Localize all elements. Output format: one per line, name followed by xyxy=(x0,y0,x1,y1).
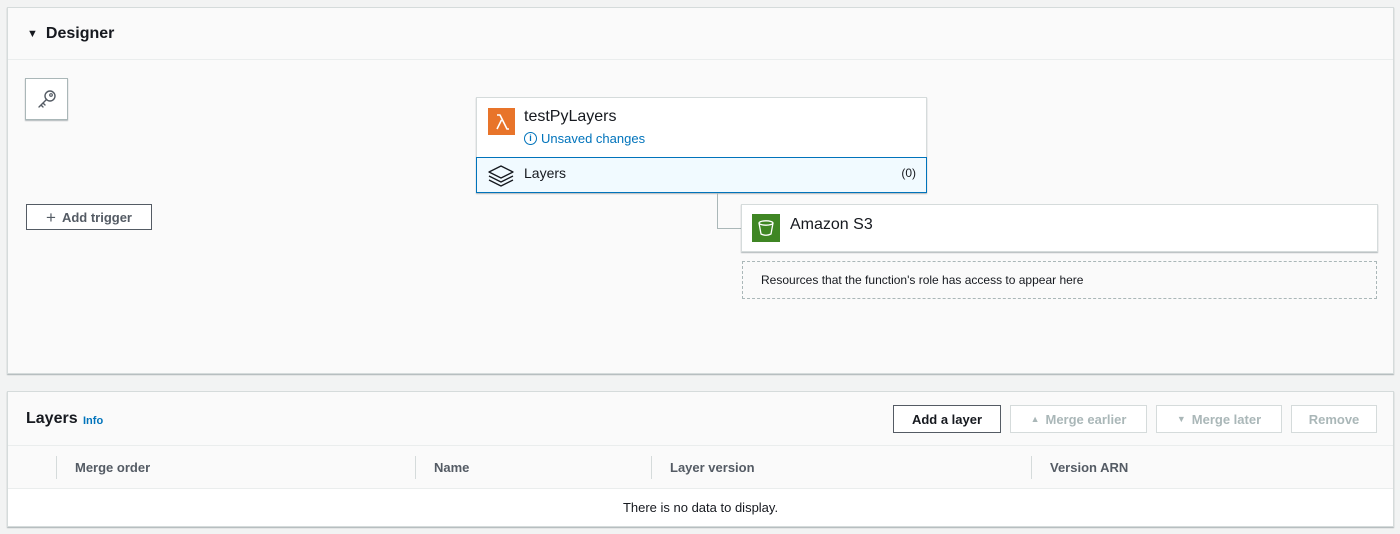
remove-button[interactable]: Remove xyxy=(1291,405,1377,433)
column-merge-order[interactable]: Merge order xyxy=(75,446,150,489)
function-card-header[interactable]: testPyLayers i Unsaved changes xyxy=(477,98,926,158)
info-icon: i xyxy=(524,132,537,145)
add-layer-button[interactable]: Add a layer xyxy=(893,405,1001,433)
merge-earlier-button[interactable]: ▲ Merge earlier xyxy=(1010,405,1147,433)
s3-resource-name: Amazon S3 xyxy=(790,216,873,233)
add-trigger-button[interactable]: + Add trigger xyxy=(26,204,152,230)
info-link[interactable]: Info xyxy=(83,415,103,427)
merge-earlier-label: Merge earlier xyxy=(1045,411,1127,427)
function-card[interactable]: testPyLayers i Unsaved changes Layers (0… xyxy=(476,97,927,193)
s3-bucket-icon xyxy=(752,214,780,242)
column-separator xyxy=(56,456,57,479)
key-icon xyxy=(37,90,56,108)
layers-panel-title: Layers xyxy=(26,410,78,427)
triangle-up-icon: ▲ xyxy=(1030,414,1040,424)
designer-panel: ▼ Designer + Add trigger testPyLayers i … xyxy=(7,7,1394,374)
merge-later-label: Merge later xyxy=(1191,411,1262,427)
connector-line-horizontal xyxy=(717,228,741,229)
column-version-arn[interactable]: Version ARN xyxy=(1050,446,1128,489)
connector-line xyxy=(717,193,718,229)
lambda-icon xyxy=(488,108,515,135)
column-separator xyxy=(651,456,652,479)
layers-label: Layers xyxy=(524,165,567,181)
column-name[interactable]: Name xyxy=(434,446,469,489)
designer-header[interactable]: ▼ Designer xyxy=(8,8,1393,60)
caret-down-icon[interactable]: ▼ xyxy=(27,28,38,40)
unsaved-changes-link[interactable]: i Unsaved changes xyxy=(524,131,645,146)
column-separator xyxy=(1031,456,1032,479)
unsaved-changes-label: Unsaved changes xyxy=(541,131,646,146)
s3-resource-card[interactable]: Amazon S3 xyxy=(741,204,1378,252)
layers-stack-icon xyxy=(487,163,515,194)
layers-panel: Layers Info Add a layer ▲ Merge earlier … xyxy=(7,391,1394,527)
plus-icon: + xyxy=(46,207,56,227)
add-trigger-label: Add trigger xyxy=(61,209,132,225)
table-header: Merge order Name Layer version Version A… xyxy=(8,446,1393,489)
column-layer-version[interactable]: Layer version xyxy=(670,446,755,489)
merge-later-button[interactable]: ▼ Merge later xyxy=(1156,405,1282,433)
column-separator xyxy=(415,456,416,479)
layers-panel-header: Layers Info Add a layer ▲ Merge earlier … xyxy=(8,392,1393,446)
empty-table-message: There is no data to display. xyxy=(8,489,1393,526)
resources-placeholder: Resources that the function's role has a… xyxy=(742,261,1377,299)
layers-row[interactable]: Layers (0) xyxy=(476,157,927,193)
permissions-key-button[interactable] xyxy=(25,78,68,120)
layers-count: (0) xyxy=(901,166,916,180)
function-name: testPyLayers xyxy=(524,108,617,125)
designer-title: Designer xyxy=(45,24,115,42)
triangle-down-icon: ▼ xyxy=(1176,414,1186,424)
